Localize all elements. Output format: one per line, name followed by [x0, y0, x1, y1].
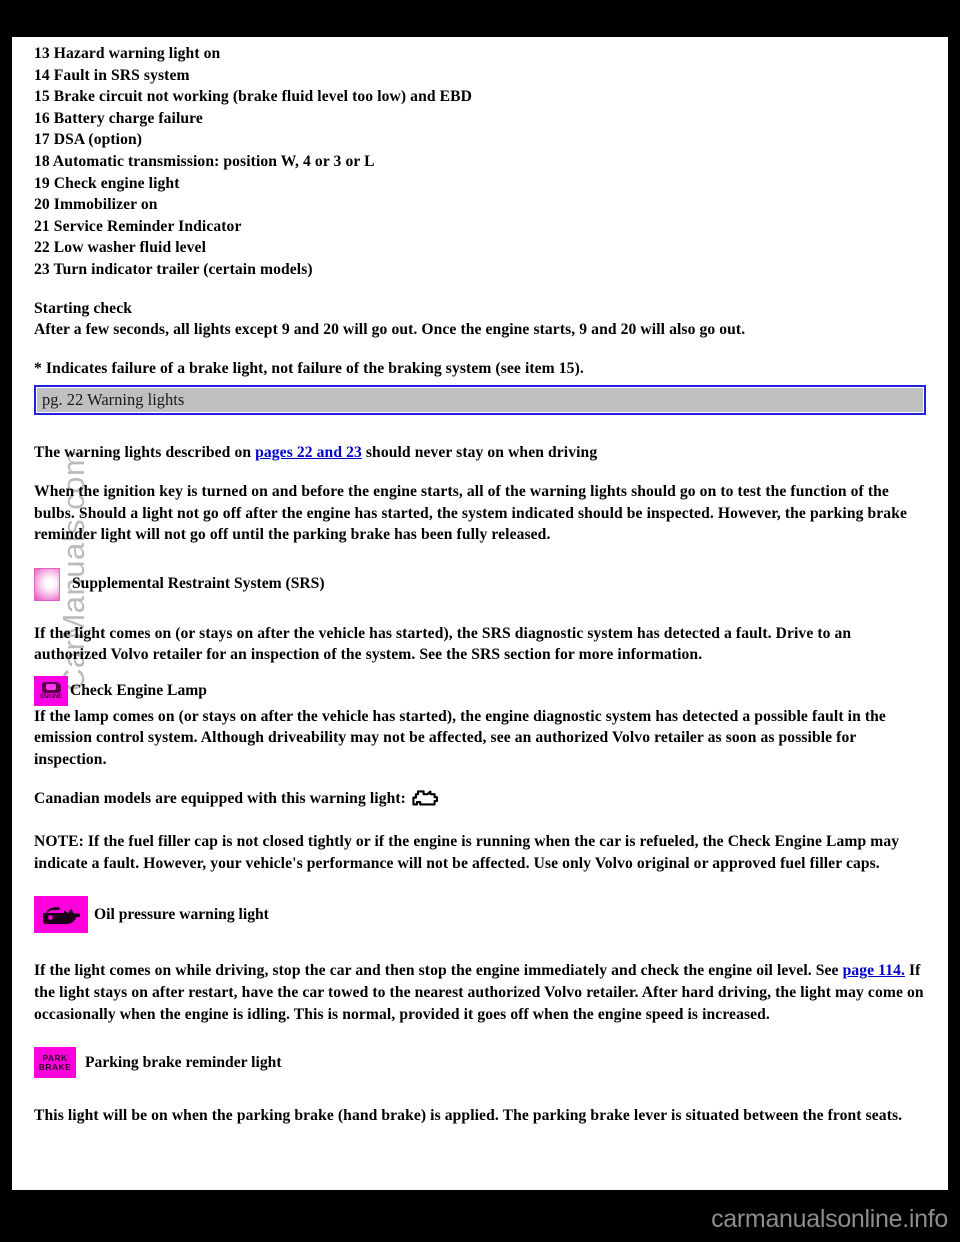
footer-watermark: carmanualsonline.info	[711, 1205, 948, 1233]
list-item: 19 Check engine light	[34, 174, 180, 192]
intro-line: The warning lights described on pages 22…	[34, 442, 926, 464]
starting-check-heading: Starting check	[34, 299, 132, 317]
check-engine-outline-icon	[412, 790, 439, 815]
check-engine-lamp-icon: ENGINE	[34, 675, 68, 706]
intro-text-before: The warning lights described on	[34, 444, 256, 462]
warning-light-list: 13 Hazard warning light on 14 Fault in S…	[34, 43, 926, 281]
oil-pressure-paragraph: If the light comes on while driving, sto…	[34, 960, 926, 1025]
list-item: 16 Battery charge failure	[34, 109, 203, 127]
srs-heading: Supplemental Restraint System (SRS)	[72, 575, 325, 593]
check-engine-tile-text: ENGINE	[40, 693, 62, 700]
check-engine-heading-row: ENGINE Check Engine Lamp	[34, 675, 926, 706]
page-reference-value: pg. 22 Warning lights	[42, 390, 185, 410]
list-item: 14 Fault in SRS system	[34, 66, 190, 84]
srs-paragraph: If the light comes on (or stays on after…	[34, 624, 852, 664]
check-engine-heading: Check Engine Lamp	[70, 682, 207, 700]
list-item: 22 Low washer fluid level	[34, 239, 207, 257]
list-item: 20 Immobilizer on	[34, 196, 158, 214]
parking-brake-heading: Parking brake reminder light	[85, 1053, 282, 1071]
park-tile-line2: BRAKE	[38, 1061, 72, 1072]
engine-glyph	[41, 681, 61, 693]
check-engine-paragraph: If the lamp comes on (or stays on after …	[34, 707, 886, 769]
oil-pressure-heading: Oil pressure warning light	[94, 906, 269, 924]
check-engine-note: NOTE: If the fuel filler cap is not clos…	[34, 833, 900, 872]
parking-brake-reminder-light-icon: PARK BRAKE	[34, 1047, 76, 1079]
bulb-test-paragraph: When the ignition key is turned on and b…	[34, 482, 907, 544]
page-114-link[interactable]: page 114.	[843, 962, 905, 979]
list-item: 21 Service Reminder Indicator	[34, 217, 242, 235]
oil-pressure-text-before: If the light comes on while driving, sto…	[34, 962, 843, 980]
canadian-models-line: Canadian models are equipped with this w…	[34, 788, 926, 815]
starting-check-text: After a few seconds, all lights except 9…	[34, 321, 746, 339]
intro-text-after: should never stay on when driving	[361, 444, 598, 462]
parking-brake-paragraph: This light will be on when the parking b…	[34, 1107, 903, 1125]
parking-brake-heading-row: PARK BRAKE Parking brake reminder light	[34, 1047, 926, 1079]
pages-22-23-link[interactable]: pages 22 and 23	[255, 444, 362, 461]
list-item: 15 Brake circuit not working (brake flui…	[34, 88, 472, 106]
list-item: 23 Turn indicator trailer (certain model…	[34, 260, 313, 278]
brake-light-footnote: * Indicates failure of a brake light, no…	[34, 359, 584, 377]
list-item: 13 Hazard warning light on	[34, 45, 221, 62]
canadian-models-text: Canadian models are equipped with this w…	[34, 789, 406, 807]
oil-pressure-heading-row: Oil pressure warning light	[34, 896, 926, 934]
list-item: 17 DSA (option)	[34, 131, 143, 149]
srs-heading-row: Supplemental Restraint System (SRS)	[34, 567, 926, 601]
list-item: 18 Automatic transmission: position W, 4…	[34, 152, 375, 170]
srs-warning-light-icon	[34, 567, 60, 601]
document-page: CarManuals.com 13 Hazard warning light o…	[12, 37, 948, 1190]
oil-pressure-warning-light-icon	[34, 896, 88, 934]
page-reference-field[interactable]: pg. 22 Warning lights	[34, 385, 926, 416]
